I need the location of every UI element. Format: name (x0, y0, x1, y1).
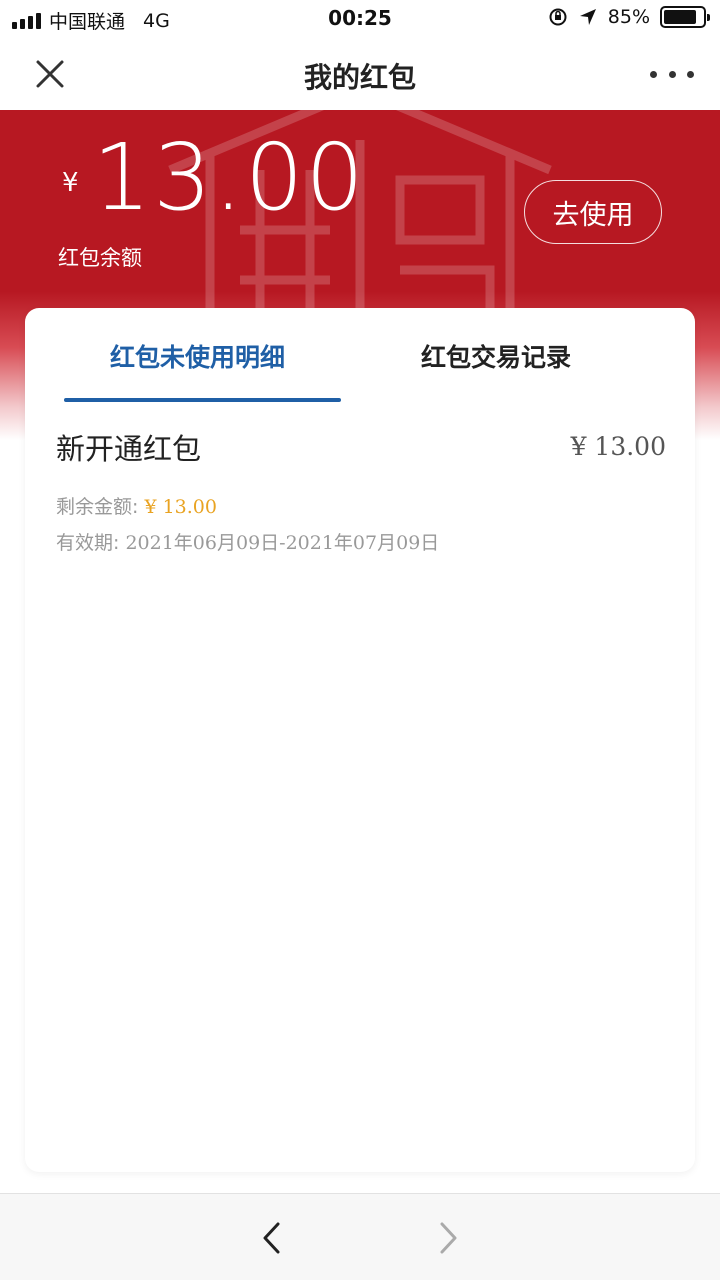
status-bar: 中国联通 4G 00:25 85% (0, 0, 720, 38)
tab-active-indicator (64, 398, 341, 402)
location-arrow-icon (579, 9, 596, 25)
nav-bar: 我的红包 (0, 38, 720, 110)
page-title: 我的红包 (303, 61, 416, 94)
orientation-lock-icon (549, 8, 567, 26)
list-item[interactable]: 新开通红包 ¥ 13.00 剩余金额: ¥ 13.00 有效期: 2021年06… (56, 426, 666, 554)
tab-transaction-records[interactable]: 红包交易记录 (421, 338, 571, 374)
balance-label: 红包余额 (58, 246, 142, 270)
battery-percent: 85% (607, 6, 650, 28)
tabs: 红包未使用明细 红包交易记录 (25, 308, 695, 404)
validity-value: 2021年06月09日-2021年07月09日 (125, 532, 440, 554)
balance-amount: 13.00 (92, 124, 366, 231)
remaining-value: ¥ 13.00 (144, 496, 217, 518)
item-remaining: 剩余金额: ¥ 13.00 (56, 492, 217, 519)
balance-amount-wrap: ¥ 13.00 (62, 132, 366, 224)
chevron-right-icon[interactable] (430, 1216, 466, 1260)
battery-icon (660, 6, 710, 28)
item-title: 新开通红包 (56, 432, 202, 466)
status-right: 85% (548, 6, 710, 28)
tab-unused-details[interactable]: 红包未使用明细 (110, 338, 285, 374)
more-dots-icon[interactable] (650, 60, 694, 88)
red-packet-card: 红包未使用明细 红包交易记录 新开通红包 ¥ 13.00 剩余金额: ¥ 13.… (25, 308, 695, 1172)
browser-toolbar (0, 1193, 720, 1280)
remaining-label: 剩余金额: (56, 496, 139, 518)
currency-symbol: ¥ (62, 168, 79, 198)
battery-fill (664, 10, 697, 24)
item-amount: ¥ 13.00 (570, 432, 666, 461)
validity-label: 有效期: (56, 532, 120, 554)
chevron-left-icon[interactable] (254, 1216, 290, 1260)
item-validity: 有效期: 2021年06月09日-2021年07月09日 (56, 528, 439, 555)
use-button[interactable]: 去使用 (524, 180, 662, 244)
